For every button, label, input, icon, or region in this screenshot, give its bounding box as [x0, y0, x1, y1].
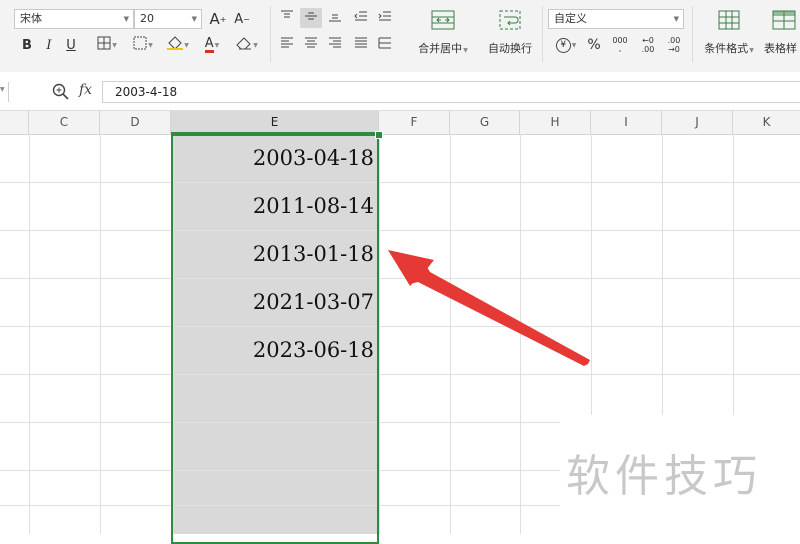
eraser-icon: [236, 36, 252, 54]
gridline: [0, 182, 800, 183]
font-size-value: 20: [140, 12, 154, 25]
align-bottom-button[interactable]: [326, 9, 344, 27]
outdent-icon: [354, 10, 368, 26]
distribute-icon: [378, 37, 392, 53]
font-color-icon: A: [204, 36, 214, 53]
merge-cells-icon: [431, 10, 455, 34]
increase-font-size-button[interactable]: A +: [208, 8, 228, 30]
border-grid-icon: [97, 36, 111, 54]
gridline: [0, 230, 800, 231]
dec-decimal-label: .00: [667, 36, 681, 45]
wrap-text-icon: [498, 10, 522, 34]
italic-button[interactable]: I: [40, 35, 58, 55]
indent-icon: [378, 10, 392, 26]
percent-button[interactable]: %: [584, 35, 604, 55]
cell-style-icon: [133, 36, 147, 54]
table-style-icon: [772, 10, 796, 34]
ribbon-toolbar: 宋体 ▼ 20 ▼ A + A − B I U ▼ ▼ ▼ A ▼ ▼ 合并居中…: [0, 0, 800, 73]
decrease-font-size-button[interactable]: A −: [232, 8, 252, 30]
column-header-partial[interactable]: [0, 111, 29, 134]
font-name-value: 宋体: [20, 12, 42, 25]
column-header-f[interactable]: F: [379, 111, 450, 134]
number-format-value: 自定义: [554, 12, 587, 25]
gridline: [29, 134, 30, 534]
font-size-select[interactable]: 20 ▼: [134, 9, 202, 29]
fill-handle[interactable]: [375, 131, 383, 139]
decrease-decimal-button[interactable]: .00 →0: [662, 35, 686, 55]
zoom-search-icon: [52, 83, 70, 105]
chevron-down-icon: ▼: [123, 15, 129, 23]
align-top-button[interactable]: [278, 9, 296, 27]
chevron-down-icon: ▼: [673, 15, 679, 23]
underline-button[interactable]: U: [62, 35, 80, 55]
fill-color-button[interactable]: ▼: [162, 35, 194, 55]
align-middle-button[interactable]: [300, 8, 322, 28]
name-box-edge[interactable]: ▼: [0, 82, 9, 102]
increase-decimal-button[interactable]: ←0.00: [636, 35, 660, 55]
currency-button[interactable]: ¥ ▼: [552, 35, 580, 55]
align-top-icon: [280, 10, 294, 26]
align-center-button[interactable]: [302, 36, 320, 54]
thousands-button[interactable]: 000,: [608, 35, 632, 55]
conditional-format-icon: [717, 10, 741, 34]
font-color-button[interactable]: A ▼: [198, 35, 226, 55]
table-style-label: 表格样: [764, 42, 797, 55]
align-right-button[interactable]: [326, 36, 344, 54]
column-header-g[interactable]: G: [450, 111, 520, 134]
inc-decimal-label: .00: [641, 45, 655, 54]
chevron-down-icon: ▼: [0, 86, 5, 93]
chevron-down-icon: ▼: [191, 15, 197, 23]
justify-icon: [354, 37, 368, 53]
formula-input[interactable]: 2003-4-18: [102, 81, 800, 103]
merge-center-label: 合并居中: [418, 42, 463, 55]
merge-center-button[interactable]: 合并居中▼: [412, 6, 474, 62]
auto-wrap-button[interactable]: 自动换行: [482, 6, 538, 62]
number-format-select[interactable]: 自定义 ▼: [548, 9, 684, 29]
column-header-h[interactable]: H: [520, 111, 591, 134]
align-left-button[interactable]: [278, 36, 296, 54]
align-center-icon: [304, 37, 318, 53]
column-header-d[interactable]: D: [100, 111, 171, 134]
clear-format-button[interactable]: ▼: [232, 35, 262, 55]
conditional-format-label: 条件格式: [704, 42, 749, 55]
red-arrow-annotation: [388, 250, 590, 366]
currency-icon: ¥: [555, 37, 571, 53]
align-left-icon: [280, 37, 294, 53]
paint-bucket-icon: [167, 36, 184, 54]
gridline: [0, 374, 800, 375]
zoom-search-button[interactable]: [52, 83, 70, 101]
font-name-select[interactable]: 宋体 ▼: [14, 9, 134, 29]
watermark-text: 软件技巧: [566, 451, 762, 502]
column-header-j[interactable]: J: [662, 111, 733, 134]
borders-button[interactable]: ▼: [92, 35, 122, 55]
column-header-k[interactable]: K: [733, 111, 800, 134]
insert-function-button[interactable]: fx: [79, 82, 92, 98]
align-right-icon: [328, 37, 342, 53]
increase-indent-button[interactable]: [376, 9, 394, 27]
justify-button[interactable]: [352, 36, 370, 54]
column-header-e[interactable]: E: [171, 111, 379, 134]
conditional-format-button[interactable]: 条件格式▼: [698, 6, 760, 62]
column-header-i[interactable]: I: [591, 111, 662, 134]
align-middle-icon: [304, 10, 318, 26]
decrease-indent-button[interactable]: [352, 9, 370, 27]
gridline: [100, 134, 101, 534]
bold-button[interactable]: B: [18, 35, 36, 55]
align-bottom-icon: [328, 10, 342, 26]
column-header-c[interactable]: C: [29, 111, 100, 134]
distributed-align-button[interactable]: [376, 36, 394, 54]
cell-style-button[interactable]: ▼: [128, 35, 158, 55]
table-style-button[interactable]: 表格样: [764, 6, 800, 62]
auto-wrap-label: 自动换行: [488, 42, 532, 55]
selection-border: [171, 134, 379, 544]
